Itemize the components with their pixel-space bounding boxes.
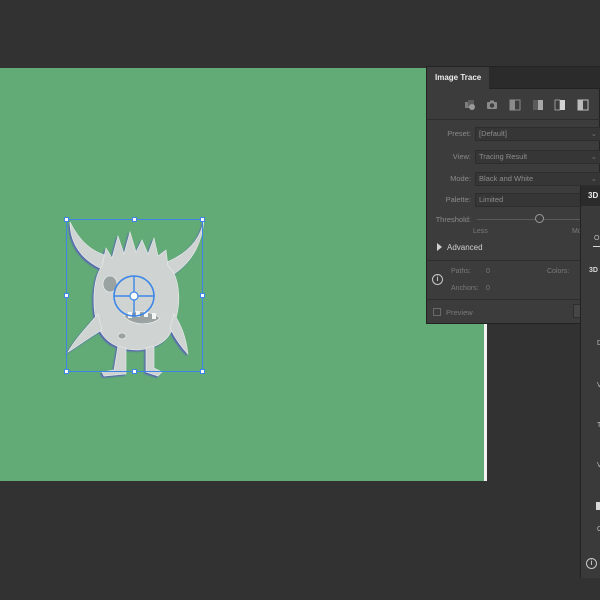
grayscale-icon[interactable] [532, 99, 544, 111]
tab-3d[interactable]: 3D [588, 191, 598, 200]
view-label: View: [452, 152, 471, 161]
view-value: Tracing Result [479, 152, 528, 161]
panel-header: 3D [581, 186, 600, 206]
anchors-value: 0 [486, 285, 490, 292]
panel-header: Image Trace [427, 67, 600, 89]
advanced-toggle[interactable]: Advanced [447, 243, 483, 252]
preset-value: [Default] [479, 129, 507, 138]
3d-panel: 3D O 3D D V T V C i [580, 186, 600, 578]
mode-value: Black and White [479, 174, 534, 183]
handle-top-center[interactable] [132, 217, 137, 222]
mode-dropdown[interactable]: Black and White ⌄ [475, 172, 600, 186]
high-color-icon[interactable] [486, 99, 498, 111]
preview-label: Preview [446, 308, 473, 317]
divider [427, 299, 600, 300]
disclosure-triangle-icon[interactable] [437, 243, 442, 251]
low-color-icon[interactable] [509, 99, 521, 111]
threshold-less-label: Less [473, 228, 488, 235]
threshold-label: Threshold: [435, 215, 471, 224]
tab-image-trace[interactable]: Image Trace [427, 67, 490, 89]
preset-dropdown[interactable]: [Default] ⌄ [475, 127, 600, 141]
handle-top-left[interactable] [64, 217, 69, 222]
handle-bottom-center[interactable] [132, 369, 137, 374]
handle-middle-left[interactable] [64, 293, 69, 298]
colors-label: Colors: [547, 268, 570, 275]
image-trace-panel: Image Trace Preset: [Default] ⌄ View: Tra… [426, 66, 600, 324]
mode-label: Mode: [450, 174, 471, 183]
chevron-down-icon: ⌄ [590, 129, 597, 138]
chevron-down-icon: ⌄ [590, 174, 597, 183]
info-icon: i [586, 558, 597, 569]
paths-value: 0 [486, 268, 490, 275]
divider [427, 260, 600, 261]
3d-section-title: 3D [589, 267, 598, 274]
handle-bottom-left[interactable] [64, 369, 69, 374]
auto-color-icon[interactable] [464, 99, 476, 111]
palette-value: Limited [479, 195, 504, 204]
view-dropdown[interactable]: Tracing Result ⌄ [475, 150, 600, 164]
paths-label: Paths: [451, 268, 471, 275]
divider [427, 119, 600, 120]
palette-label: Palette: [445, 195, 471, 204]
chevron-down-icon: ⌄ [590, 152, 597, 161]
info-icon: i [432, 274, 443, 285]
3d-checkbox[interactable] [596, 502, 600, 510]
anchors-label: Anchors: [451, 285, 479, 292]
black-and-white-icon[interactable] [554, 99, 566, 111]
tab-underline [593, 246, 600, 247]
handle-bottom-right[interactable] [200, 369, 205, 374]
center-point-icon[interactable] [111, 273, 157, 319]
handle-middle-right[interactable] [200, 293, 205, 298]
3d-tab-object[interactable]: O [594, 235, 599, 242]
threshold-slider-thumb[interactable] [534, 214, 544, 223]
preview-checkbox[interactable] [433, 308, 441, 316]
outline-icon[interactable] [577, 99, 589, 111]
handle-top-right[interactable] [200, 217, 205, 222]
preset-label: Preset: [447, 129, 471, 138]
